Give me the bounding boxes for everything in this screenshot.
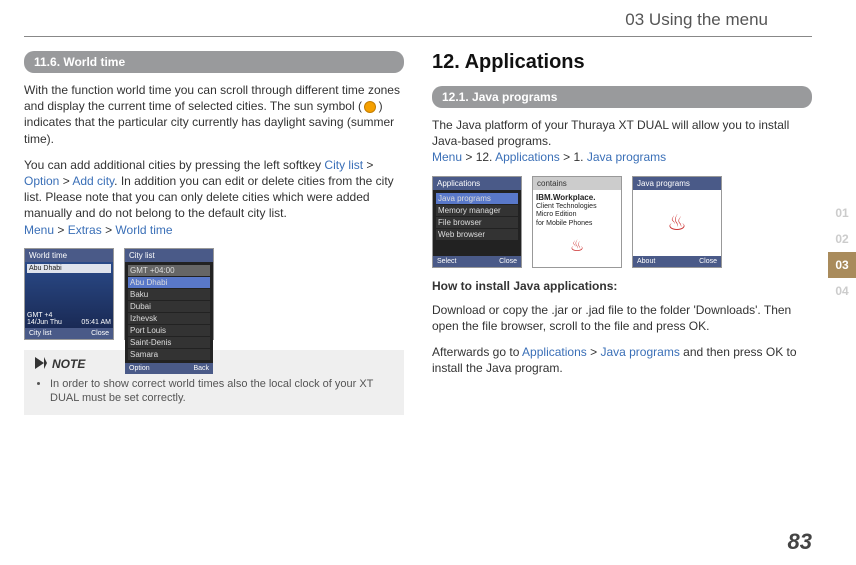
java-screenshots: Applications Java programs Memory manage… (432, 176, 812, 268)
note-label: NOTE (52, 357, 85, 371)
java-intro: The Java platform of your Thuraya XT DUA… (432, 118, 789, 148)
thumb-world-time: World time Abu Dhabi GMT +4 14/Jun Thu 0… (24, 248, 114, 340)
thumb2-gmt: GMT +04:00 (128, 265, 210, 276)
left-column: 11.6. World time With the function world… (24, 51, 404, 415)
thumb1-foot-right: Close (91, 330, 109, 337)
gt2: > (59, 174, 72, 188)
rthumb1-r3: File browser (436, 217, 518, 228)
rthumb1-r2: Memory manager (436, 205, 518, 216)
howto-p2: Afterwards go to Applications > Java pro… (432, 344, 812, 376)
link-extras: Extras (68, 223, 102, 237)
howto-gt: > (587, 345, 601, 359)
r-link-menu: Menu (432, 150, 462, 164)
rthumb3-header: Java programs (633, 177, 721, 190)
thumb2-r7: Samara (128, 349, 210, 360)
note-box: NOTE In order to show correct world time… (24, 350, 404, 416)
tab-02: 02 (828, 226, 856, 252)
thumb-city-list: City list GMT +04:00 Abu Dhabi Baku Duba… (124, 248, 214, 340)
rthumb2-line4: for Mobile Phones (536, 220, 618, 228)
r-gt1: > 12. (462, 150, 495, 164)
rthumb2-ibm: IBM.Workplace. (536, 193, 618, 202)
gt1: > (363, 158, 373, 172)
rthumb2-line3: Micro Edition (536, 211, 618, 219)
howto-p1: Download or copy the .jar or .jad file t… (432, 302, 812, 334)
rthumb3-foot: About Close (633, 256, 721, 267)
r-link-java: Java programs (587, 150, 666, 164)
thumb2-r3: Dubai (128, 301, 210, 312)
thumb-applications: Applications Java programs Memory manage… (432, 176, 522, 268)
howto-heading: How to install Java applications: (432, 278, 812, 294)
java-logo-icon-2: ♨ (667, 193, 687, 253)
world-time-screenshots: World time Abu Dhabi GMT +4 14/Jun Thu 0… (24, 248, 404, 340)
heading-11-6: 11.6. World time (24, 51, 404, 73)
chapter-header: 03 Using the menu (24, 0, 812, 37)
thumb-ibm-workplace: contains IBM.Workplace. Client Technolog… (532, 176, 622, 268)
thumb2-r2: Baku (128, 289, 210, 300)
tab-04: 04 (828, 278, 856, 304)
rthumb1-r4: Web browser (436, 229, 518, 240)
java-logo-icon: ♨ (536, 229, 618, 264)
content-columns: 11.6. World time With the function world… (0, 37, 856, 415)
rthumb3-foot-left: About (637, 258, 655, 265)
rthumb2-line2: Client Technologies (536, 203, 618, 211)
rthumb2-body: IBM.Workplace. Client Technologies Micro… (533, 190, 621, 267)
thumb2-r4: Izhevsk (128, 313, 210, 324)
note-arrow-icon (34, 356, 48, 373)
thumb2-r1: Abu Dhabi (128, 277, 210, 288)
thumb2-foot-left: Option (129, 365, 150, 372)
para-world-time-intro: With the function world time you can scr… (24, 82, 404, 147)
gt4: > (102, 223, 116, 237)
link-menu: Menu (24, 223, 54, 237)
rthumb1-foot-right: Close (499, 258, 517, 265)
thumb2-footer: Option Back (125, 363, 213, 374)
r-gt2: > 1. (560, 150, 587, 164)
para-add-cities: You can add additional cities by pressin… (24, 157, 404, 238)
rthumb1-r1: Java programs (436, 193, 518, 204)
right-column: 12. Applications 12.1. Java programs The… (432, 51, 812, 415)
rthumb1-body: Java programs Memory manager File browse… (433, 190, 521, 256)
rthumb1-foot-left: Select (437, 258, 456, 265)
heading-12-1: 12.1. Java programs (432, 86, 812, 108)
chapter-tabs: 01 02 03 04 (828, 200, 856, 304)
para1a: With the function world time you can scr… (24, 83, 400, 113)
note-bullet: In order to show correct world times als… (50, 377, 394, 406)
thumb1-time: 05:41 AM (81, 319, 111, 326)
howto-link-applications: Applications (522, 345, 587, 359)
tab-01: 01 (828, 200, 856, 226)
thumb1-date: 14/Jun Thu (27, 319, 62, 326)
thumb2-body: GMT +04:00 Abu Dhabi Baku Dubai Izhevsk … (125, 262, 213, 363)
sun-icon (365, 102, 375, 112)
link-option: Option (24, 174, 59, 188)
link-world-time: World time (115, 223, 172, 237)
thumb2-foot-right: Back (193, 365, 209, 372)
thumb2-header: City list (125, 249, 213, 262)
note-title: NOTE (34, 356, 394, 373)
rthumb3-body: ♨ (633, 190, 721, 256)
thumb1-body: Abu Dhabi GMT +4 14/Jun Thu 05:41 AM (25, 262, 113, 328)
thumb1-city: Abu Dhabi (27, 264, 111, 273)
rthumb1-header: Applications (433, 177, 521, 190)
thumb1-gmt: GMT +4 (27, 312, 111, 319)
thumb2-r6: Saint-Denis (128, 337, 210, 348)
thumb1-header: World time (25, 249, 113, 262)
r-link-applications: Applications (495, 150, 560, 164)
para2a: You can add additional cities by pressin… (24, 158, 324, 172)
tab-03: 03 (828, 252, 856, 278)
thumb1-footer: City list Close (25, 328, 113, 339)
gt3: > (54, 223, 68, 237)
howto-link-java: Java programs (600, 345, 679, 359)
thumb1-foot-left: City list (29, 330, 52, 337)
howto-p2a: Afterwards go to (432, 345, 522, 359)
para-java-intro: The Java platform of your Thuraya XT DUA… (432, 117, 812, 166)
thumb2-r5: Port Louis (128, 325, 210, 336)
rthumb3-foot-right: Close (699, 258, 717, 265)
link-city-list: City list (324, 158, 363, 172)
thumb-java-programs: Java programs ♨ About Close (632, 176, 722, 268)
page-number: 83 (788, 529, 812, 555)
rthumb1-foot: Select Close (433, 256, 521, 267)
rthumb2-header: contains (533, 177, 621, 190)
link-add-city: Add city (72, 174, 114, 188)
heading-12: 12. Applications (432, 51, 812, 74)
